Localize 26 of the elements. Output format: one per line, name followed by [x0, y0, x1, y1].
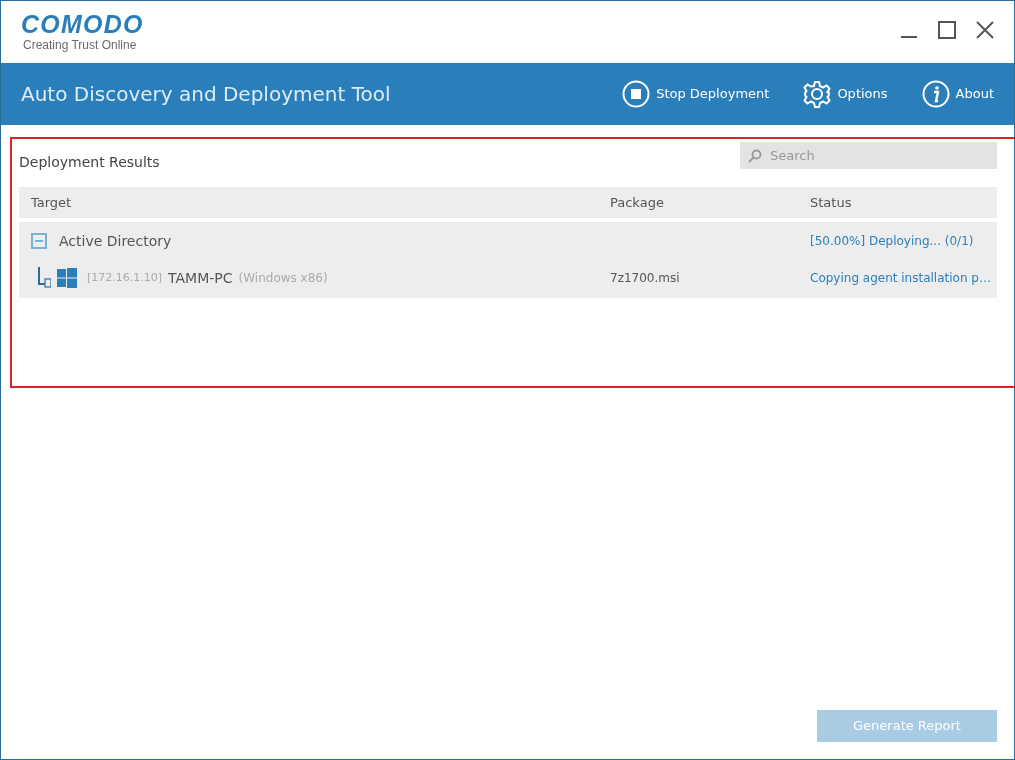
- tagline: Creating Trust Online: [22, 38, 138, 52]
- status-text: [50.00%] Deploying... (0/1): [810, 233, 975, 250]
- maximize-icon[interactable]: [938, 21, 956, 39]
- column-header: Status: [810, 193, 853, 212]
- comodo-logo: COMODO: [21, 10, 144, 38]
- gear-icon: [803, 80, 832, 108]
- group-name: Active Directory: [59, 231, 172, 251]
- section-title: Deployment Results: [19, 153, 160, 172]
- windows-logo-icon: [57, 268, 77, 288]
- computer-name: TAMM-PC: [168, 268, 233, 288]
- column-header: Target: [31, 193, 73, 212]
- app-title: Auto Discovery and Deployment Tool: [21, 81, 391, 108]
- options-button[interactable]: Options: [803, 80, 888, 108]
- collapse-toggle[interactable]: [31, 233, 47, 249]
- status-text: Copying agent installation p…: [810, 270, 992, 287]
- stop-deployment-button[interactable]: Stop Deployment: [622, 80, 770, 108]
- column-header: Package: [610, 193, 665, 212]
- about-button[interactable]: About: [921, 80, 994, 108]
- stop-icon: [622, 80, 651, 108]
- info-icon: [921, 80, 950, 108]
- package-name: 7z1700.msi: [610, 270, 681, 287]
- os-label: (Windows x86): [238, 270, 328, 287]
- search-field[interactable]: Search: [740, 142, 997, 169]
- ip-address: [172.16.1.10]: [87, 269, 163, 286]
- search-icon: [748, 149, 762, 163]
- close-icon[interactable]: [976, 21, 994, 39]
